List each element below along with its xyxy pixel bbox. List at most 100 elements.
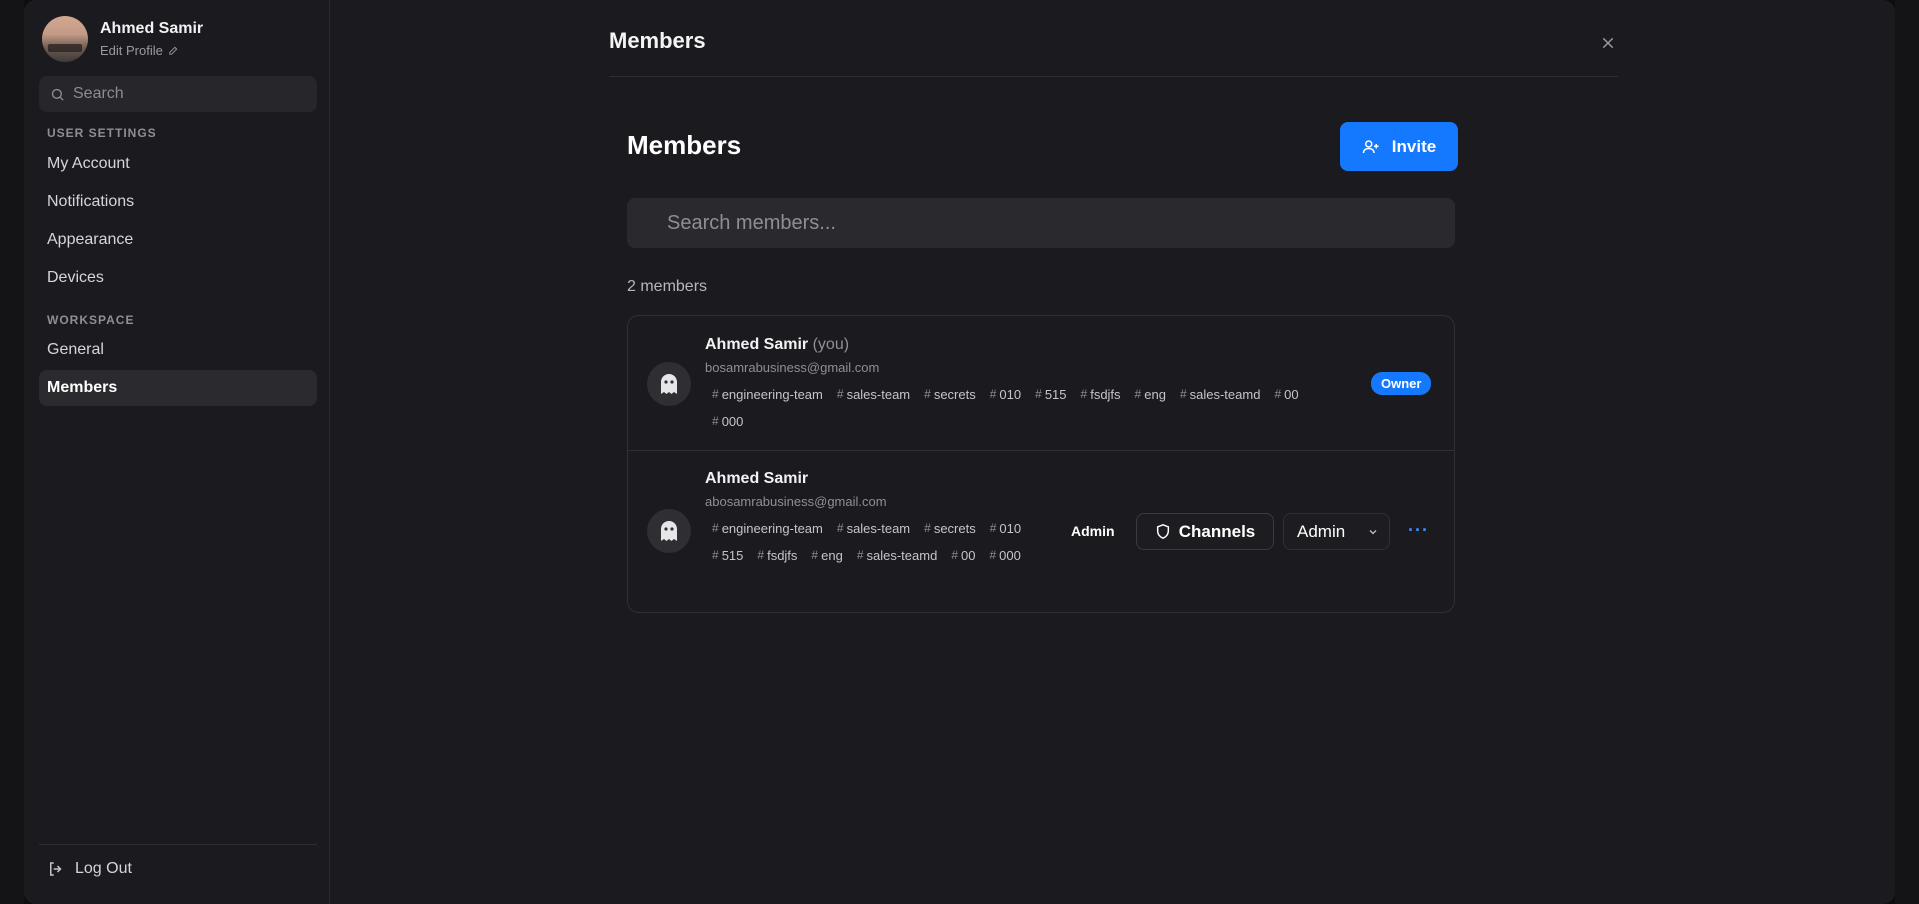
channel-tag[interactable]: # secrets	[917, 515, 983, 542]
sidebar-search[interactable]	[39, 76, 317, 112]
members-list: Ahmed Samir (you) bosamrabusiness@gmail.…	[627, 315, 1455, 613]
channel-tag[interactable]: # fsdjfs	[1074, 381, 1128, 408]
channel-tag-label: sales-teamd	[866, 548, 938, 563]
channel-tag[interactable]: #000	[705, 408, 750, 435]
close-icon	[1602, 37, 1614, 49]
channel-tag[interactable]: # eng	[1128, 381, 1173, 408]
role-select[interactable]: Admin	[1283, 513, 1390, 550]
logout-label: Log Out	[75, 860, 132, 877]
ghost-icon	[661, 374, 677, 394]
hash-icon: #	[836, 521, 844, 535]
hash-icon: #	[712, 414, 719, 428]
channel-tag-label: 000	[999, 548, 1021, 563]
hash-icon: #	[856, 548, 864, 562]
channel-tag[interactable]: # engineering-team	[705, 515, 830, 542]
hash-icon: #	[1274, 387, 1282, 401]
backdrop-right	[1895, 0, 1919, 904]
hash-icon: #	[924, 521, 931, 535]
hash-icon: #	[1080, 387, 1088, 401]
channel-tag[interactable]: #00	[1267, 381, 1305, 408]
member-search[interactable]	[627, 198, 1455, 248]
sidebar-item-my-account[interactable]: My Account	[39, 146, 317, 182]
hash-icon: #	[811, 548, 819, 562]
channel-tag[interactable]: # fsdjfs	[750, 542, 804, 569]
table-row: Ahmed Samir abosamrabusiness@gmail.com #…	[628, 451, 1454, 612]
hash-icon: #	[989, 521, 997, 535]
member-email: abosamrabusiness@gmail.com	[705, 494, 887, 509]
pencil-icon	[169, 46, 178, 55]
channel-tag-label: 00	[1284, 387, 1299, 402]
channel-tag[interactable]: # sales-teamd	[850, 542, 945, 569]
owner-badge: Owner	[1371, 372, 1432, 395]
more-options-button[interactable]: ···	[1408, 521, 1429, 539]
page-title: Members	[609, 28, 706, 53]
channel-tag[interactable]: #010	[983, 515, 1028, 542]
shield-icon	[1156, 524, 1169, 539]
backdrop-left	[0, 0, 24, 904]
edit-profile-label: Edit Profile	[100, 43, 163, 58]
channel-tag-label: 515	[1044, 387, 1067, 402]
channel-tag-label: 010	[999, 387, 1022, 402]
channel-tag-label: 000	[721, 414, 744, 429]
channel-tag[interactable]: # eng	[804, 542, 849, 569]
hash-icon: #	[757, 548, 765, 562]
member-name-text: Ahmed Samir	[705, 336, 809, 353]
sidebar-search-input[interactable]	[73, 85, 293, 103]
channels-button[interactable]: Channels	[1136, 513, 1274, 550]
table-row: Ahmed Samir (you) bosamrabusiness@gmail.…	[628, 316, 1454, 451]
channel-tag-label: sales-team	[846, 387, 911, 402]
channel-tag[interactable]: # sales-teamd	[1173, 381, 1268, 408]
hash-icon: #	[924, 387, 931, 401]
channel-tag-label: 515	[721, 548, 744, 563]
channel-tag-label: eng	[1144, 387, 1166, 402]
invite-label: Invite	[1391, 136, 1437, 156]
logout-icon	[50, 862, 62, 876]
search-icon	[51, 88, 64, 101]
hash-icon: #	[951, 548, 958, 562]
member-search-input[interactable]	[667, 211, 1407, 235]
channel-tag[interactable]: #010	[983, 381, 1028, 408]
channel-tag[interactable]: # engineering-team	[705, 381, 830, 408]
avatar[interactable]	[42, 16, 88, 62]
invite-button[interactable]: Invite	[1340, 122, 1458, 171]
close-button[interactable]	[1598, 33, 1618, 53]
profile-card[interactable]: Ahmed Samir Edit Profile	[42, 16, 203, 62]
channel-tags: # engineering-team # sales-team # secrets #…	[705, 515, 1055, 569]
channel-tag-label: secrets	[933, 521, 976, 536]
sidebar: Ahmed Samir Edit Profile USER SETTINGS M…	[24, 0, 330, 904]
member-name: Ahmed Samir (you)	[705, 336, 1345, 354]
channel-tag-label: engineering-team	[721, 387, 823, 402]
hash-icon: #	[1035, 387, 1042, 401]
channel-tag[interactable]: # sales-team	[830, 381, 917, 408]
channel-tag-label: sales-teamd	[1189, 387, 1261, 402]
channel-tag[interactable]: #00	[944, 542, 982, 569]
edit-profile-link[interactable]: Edit Profile	[100, 43, 203, 58]
logout-button[interactable]: Log Out	[47, 860, 132, 878]
channel-tag[interactable]: # secrets	[917, 381, 983, 408]
members-title: Members	[627, 130, 742, 160]
member-count: 2 members	[627, 278, 708, 295]
hash-icon: #	[1179, 387, 1187, 401]
sidebar-item-members[interactable]: Members	[39, 370, 317, 406]
channel-tag[interactable]: #000	[982, 542, 1027, 569]
channel-tags: # engineering-team # sales-team # secrets #…	[705, 381, 1345, 435]
channel-tag[interactable]: #515	[705, 542, 750, 569]
sidebar-item-devices[interactable]: Devices	[39, 260, 317, 296]
channel-tag-label: fsdjfs	[767, 548, 798, 563]
channel-tag-label: eng	[821, 548, 843, 563]
member-avatar	[647, 509, 691, 553]
channels-label: Channels	[1178, 521, 1256, 541]
channel-tag-label: 00	[961, 548, 976, 563]
sidebar-item-notifications[interactable]: Notifications	[39, 184, 317, 220]
channel-tag-label: fsdjfs	[1090, 387, 1121, 402]
sidebar-item-general[interactable]: General	[39, 332, 317, 368]
member-info: Ahmed Samir abosamrabusiness@gmail.com #…	[705, 470, 1055, 569]
profile-name: Ahmed Samir	[100, 20, 204, 37]
add-user-icon	[1362, 139, 1379, 153]
channel-tag[interactable]: #515	[1028, 381, 1073, 408]
ghost-icon	[661, 521, 677, 541]
sidebar-item-appearance[interactable]: Appearance	[39, 222, 317, 258]
hash-icon: #	[712, 387, 719, 401]
channel-tag[interactable]: # sales-team	[830, 515, 917, 542]
divider	[39, 844, 317, 845]
